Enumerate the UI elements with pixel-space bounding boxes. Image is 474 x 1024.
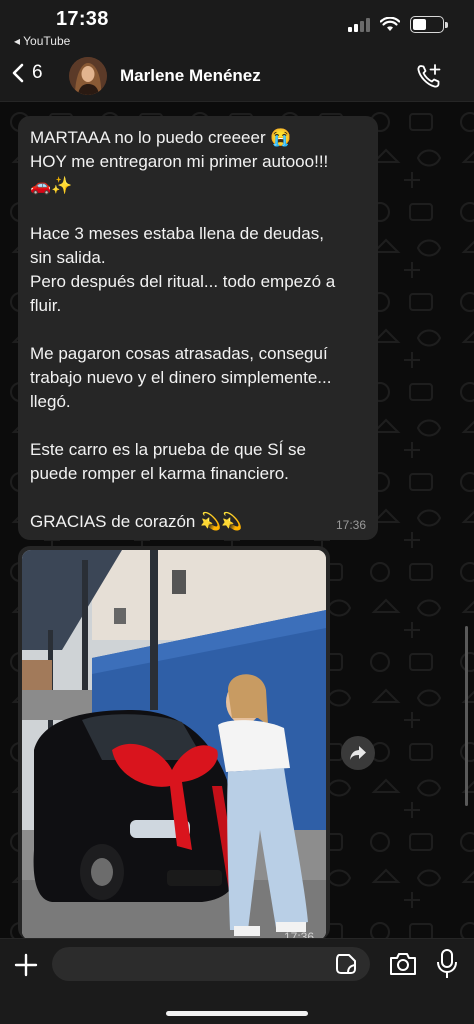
plus-icon[interactable]	[12, 951, 40, 979]
chat-area[interactable]: MARTAAA no lo puedo creeeer 😭 HOY me ent…	[0, 102, 474, 938]
photo-timestamp: 17:36	[283, 930, 314, 938]
message-line: Pero después del ritual... todo empezó a	[30, 272, 336, 291]
message-line: MARTAAA no lo puedo creeeer 😭	[30, 128, 292, 147]
message-line: 🚗✨	[30, 176, 73, 195]
battery-icon	[410, 16, 448, 33]
message-line: GRACIAS de corazón 💫💫	[30, 512, 243, 531]
microphone-icon[interactable]	[436, 949, 458, 979]
sticker-icon[interactable]	[334, 952, 358, 976]
message-line: puede romper el karma financiero.	[30, 464, 289, 483]
car-photo-illustration	[22, 550, 326, 938]
input-bar	[0, 938, 474, 1024]
back-button[interactable]: 6	[12, 62, 43, 84]
contact-name[interactable]: Marlene Menénez	[120, 66, 261, 86]
message-line: Hace 3 meses estaba llena de deudas,	[30, 224, 324, 243]
wifi-icon	[380, 17, 400, 31]
message-line: sin salida.	[30, 248, 106, 267]
camera-icon[interactable]	[388, 951, 418, 977]
forward-icon	[350, 746, 366, 760]
message-line: fluir.	[30, 296, 62, 315]
car-photo[interactable]: 17:36	[22, 550, 326, 938]
add-call-icon[interactable]	[416, 63, 442, 89]
message-bubble-photo[interactable]: 17:36	[18, 546, 330, 938]
chat-header: 6 Marlene Menénez	[0, 52, 474, 102]
status-bar: 17:38 ◂ YouTube	[0, 0, 474, 52]
status-time: 17:38	[56, 8, 109, 30]
message-timestamp: 17:36	[335, 518, 366, 532]
status-icons	[348, 16, 448, 33]
message-line: trabajo nuevo y el dinero simplemente...	[30, 368, 332, 387]
message-line: Me pagaron cosas atrasadas, conseguí	[30, 344, 328, 363]
message-text: MARTAAA no lo puedo creeeer 😭 HOY me ent…	[30, 126, 366, 534]
message-line: HOY me entregaron mi primer autooo!!!	[30, 152, 329, 171]
message-line: llegó.	[30, 392, 71, 411]
avatar[interactable]	[69, 57, 107, 95]
message-bubble-text[interactable]: MARTAAA no lo puedo creeeer 😭 HOY me ent…	[18, 116, 378, 540]
chevron-left-icon	[12, 63, 24, 83]
message-input[interactable]	[52, 947, 370, 981]
unread-count: 6	[32, 62, 43, 83]
back-to-app-link[interactable]: ◂ YouTube	[14, 34, 70, 48]
forward-button[interactable]	[341, 736, 375, 770]
cellular-signal-icon	[348, 17, 370, 32]
home-indicator[interactable]	[166, 1011, 308, 1016]
scrollbar[interactable]	[465, 626, 468, 806]
message-line: Este carro es la prueba de que SÍ se	[30, 440, 306, 459]
